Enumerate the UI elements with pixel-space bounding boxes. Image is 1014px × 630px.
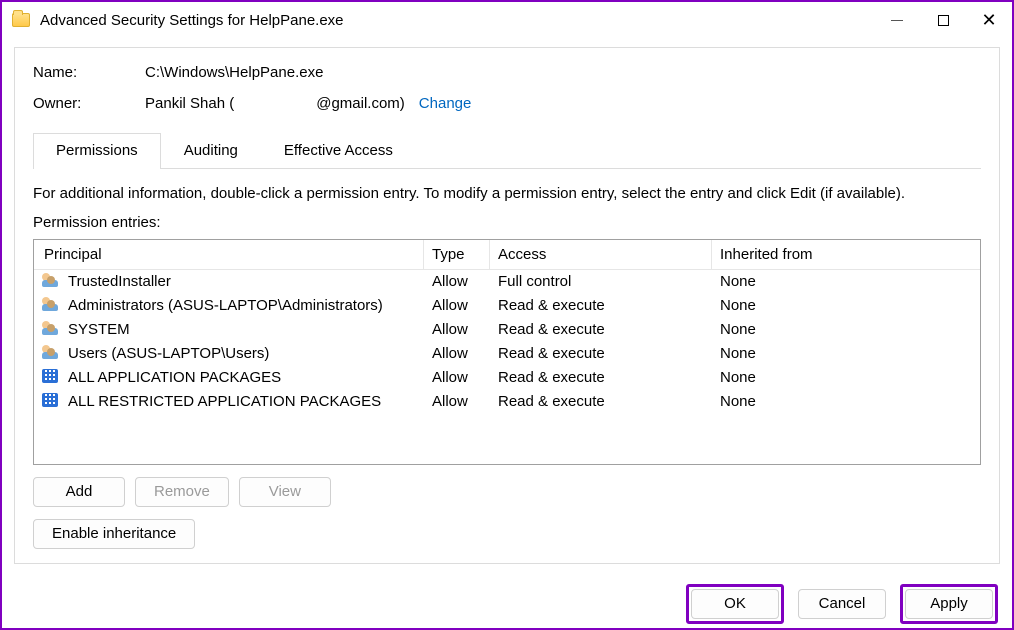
group-icon bbox=[34, 273, 60, 291]
package-icon bbox=[34, 393, 60, 411]
name-label: Name: bbox=[33, 64, 145, 81]
grid-body: TrustedInstallerAllowFull controlNoneAdm… bbox=[34, 270, 980, 414]
add-button[interactable]: Add bbox=[33, 477, 125, 507]
window-title: Advanced Security Settings for HelpPane.… bbox=[40, 12, 344, 29]
name-row: Name: C:\Windows\HelpPane.exe bbox=[33, 64, 981, 81]
cell-inherited: None bbox=[712, 345, 980, 362]
minimize-button[interactable] bbox=[874, 2, 920, 39]
cell-type: Allow bbox=[424, 321, 490, 338]
dialog-buttons: OK Cancel Apply bbox=[2, 580, 1012, 628]
entry-buttons: Add Remove View bbox=[33, 477, 981, 507]
cell-inherited: None bbox=[712, 273, 980, 290]
cell-type: Allow bbox=[424, 345, 490, 362]
group-icon bbox=[34, 297, 60, 315]
tab-permissions[interactable]: Permissions bbox=[33, 133, 161, 169]
name-value: C:\Windows\HelpPane.exe bbox=[145, 64, 323, 81]
table-row[interactable]: ALL APPLICATION PACKAGESAllowRead & exec… bbox=[34, 366, 980, 390]
cell-principal: ALL APPLICATION PACKAGES bbox=[60, 369, 424, 386]
content-area: Name: C:\Windows\HelpPane.exe Owner: Pan… bbox=[2, 39, 1012, 580]
security-settings-window: Advanced Security Settings for HelpPane.… bbox=[0, 0, 1014, 630]
col-inherited[interactable]: Inherited from bbox=[712, 240, 980, 269]
ok-button[interactable]: OK bbox=[691, 589, 779, 619]
table-row[interactable]: TrustedInstallerAllowFull controlNone bbox=[34, 270, 980, 294]
main-panel: Name: C:\Windows\HelpPane.exe Owner: Pan… bbox=[14, 47, 1000, 564]
group-icon bbox=[34, 345, 60, 363]
cell-access: Read & execute bbox=[490, 393, 712, 410]
cell-access: Read & execute bbox=[490, 345, 712, 362]
owner-suffix: @gmail.com) bbox=[316, 95, 405, 112]
permission-entries-label: Permission entries: bbox=[33, 214, 981, 231]
cancel-button[interactable]: Cancel bbox=[798, 589, 886, 619]
apply-highlight: Apply bbox=[900, 584, 998, 624]
change-owner-link[interactable]: Change bbox=[419, 95, 472, 112]
table-row[interactable]: ALL RESTRICTED APPLICATION PACKAGESAllow… bbox=[34, 390, 980, 414]
owner-row: Owner: Pankil Shah ( @gmail.com) Change bbox=[33, 95, 981, 112]
tab-auditing[interactable]: Auditing bbox=[161, 133, 261, 169]
table-row[interactable]: SYSTEMAllowRead & executeNone bbox=[34, 318, 980, 342]
tab-effective-access[interactable]: Effective Access bbox=[261, 133, 416, 169]
cell-access: Read & execute bbox=[490, 297, 712, 314]
maximize-button[interactable] bbox=[920, 2, 966, 39]
remove-button[interactable]: Remove bbox=[135, 477, 229, 507]
owner-redacted bbox=[234, 97, 316, 111]
table-row[interactable]: Administrators (ASUS-LAPTOP\Administrato… bbox=[34, 294, 980, 318]
cell-principal: Administrators (ASUS-LAPTOP\Administrato… bbox=[60, 297, 424, 314]
tab-strip: Permissions Auditing Effective Access bbox=[33, 132, 981, 169]
folder-icon bbox=[12, 13, 30, 27]
cell-access: Read & execute bbox=[490, 369, 712, 386]
grid-header: Principal Type Access Inherited from bbox=[34, 240, 980, 270]
cell-type: Allow bbox=[424, 273, 490, 290]
col-access[interactable]: Access bbox=[490, 240, 712, 269]
group-icon bbox=[34, 321, 60, 339]
cell-type: Allow bbox=[424, 393, 490, 410]
cell-access: Full control bbox=[490, 273, 712, 290]
cell-principal: TrustedInstaller bbox=[60, 273, 424, 290]
owner-prefix: Pankil Shah ( bbox=[145, 95, 234, 112]
table-row[interactable]: Users (ASUS-LAPTOP\Users)AllowRead & exe… bbox=[34, 342, 980, 366]
owner-value: Pankil Shah ( @gmail.com) bbox=[145, 95, 405, 112]
window-controls: ✕ bbox=[874, 2, 1012, 39]
cell-inherited: None bbox=[712, 369, 980, 386]
cell-type: Allow bbox=[424, 369, 490, 386]
cell-principal: ALL RESTRICTED APPLICATION PACKAGES bbox=[60, 393, 424, 410]
package-icon bbox=[34, 369, 60, 387]
cell-inherited: None bbox=[712, 321, 980, 338]
cell-inherited: None bbox=[712, 393, 980, 410]
inheritance-row: Enable inheritance bbox=[33, 519, 981, 549]
permission-grid[interactable]: Principal Type Access Inherited from Tru… bbox=[33, 239, 981, 465]
close-button[interactable]: ✕ bbox=[966, 2, 1012, 39]
instructions-text: For additional information, double-click… bbox=[33, 185, 981, 202]
ok-highlight: OK bbox=[686, 584, 784, 624]
cell-principal: SYSTEM bbox=[60, 321, 424, 338]
col-type[interactable]: Type bbox=[424, 240, 490, 269]
view-button[interactable]: View bbox=[239, 477, 331, 507]
owner-label: Owner: bbox=[33, 95, 145, 112]
cell-principal: Users (ASUS-LAPTOP\Users) bbox=[60, 345, 424, 362]
col-principal[interactable]: Principal bbox=[34, 240, 424, 269]
cell-access: Read & execute bbox=[490, 321, 712, 338]
titlebar: Advanced Security Settings for HelpPane.… bbox=[2, 2, 1012, 39]
apply-button[interactable]: Apply bbox=[905, 589, 993, 619]
enable-inheritance-button[interactable]: Enable inheritance bbox=[33, 519, 195, 549]
cell-inherited: None bbox=[712, 297, 980, 314]
cell-type: Allow bbox=[424, 297, 490, 314]
